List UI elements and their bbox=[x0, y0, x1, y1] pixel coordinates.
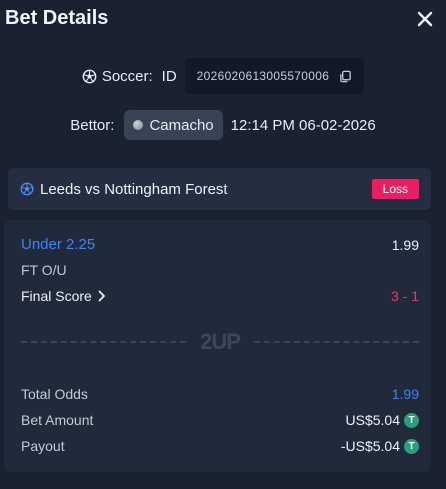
final-score-link[interactable]: Final Score bbox=[21, 288, 106, 304]
chevron-right-icon bbox=[98, 290, 105, 302]
match-header: Leeds vs Nottingham Forest Loss bbox=[8, 168, 431, 210]
payout-value-group: -US$5.04 T bbox=[341, 438, 419, 454]
market-name: FT O/U bbox=[21, 262, 67, 278]
final-score-row: Final Score 3 - 1 bbox=[21, 288, 419, 304]
dashed-line-left bbox=[21, 341, 187, 343]
payout-row: Payout -US$5.04 T bbox=[21, 438, 419, 454]
bet-amount-label: Bet Amount bbox=[21, 412, 94, 428]
final-score-value: 3 - 1 bbox=[390, 288, 419, 304]
bet-amount-row: Bet Amount US$5.04 T bbox=[21, 412, 419, 428]
dashed-line-right bbox=[253, 341, 420, 343]
modal-header: Bet Details bbox=[0, 0, 446, 38]
selection-odds: 1.99 bbox=[391, 236, 419, 253]
tether-icon: T bbox=[404, 412, 419, 428]
bet-id-row: Soccer: ID 2026020613005570006 bbox=[0, 58, 446, 94]
bet-id-box: 2026020613005570006 bbox=[184, 58, 365, 94]
total-odds-label: Total Odds bbox=[21, 386, 88, 402]
payout-value: -US$5.04 bbox=[340, 438, 400, 454]
sport-label: Soccer: bbox=[101, 67, 153, 85]
brand-divider: 2UP bbox=[21, 329, 420, 354]
bet-id-value: 2026020613005570006 bbox=[196, 69, 330, 83]
total-odds-row: Total Odds 1.99 bbox=[21, 386, 419, 402]
copy-icon[interactable] bbox=[339, 70, 352, 83]
soccer-ball-icon bbox=[20, 182, 34, 196]
bet-amount-value: US$5.04 bbox=[345, 412, 400, 428]
bet-datetime: 12:14 PM 06-02-2026 bbox=[230, 116, 376, 134]
page-title: Bet Details bbox=[5, 7, 109, 29]
final-score-label: Final Score bbox=[21, 288, 92, 304]
market-row: FT O/U bbox=[21, 262, 419, 278]
bettor-label: Bettor: bbox=[70, 116, 115, 134]
sport-info: Soccer: ID bbox=[82, 68, 177, 85]
selection-row: Under 2.25 1.99 bbox=[21, 236, 419, 253]
match-name: Leeds vs Nottingham Forest bbox=[40, 180, 228, 198]
bettor-username: Camacho bbox=[149, 116, 214, 134]
bettor-row: Bettor: Camacho 12:14 PM 06-02-2026 bbox=[0, 110, 446, 140]
bet-amount-value-group: US$5.04 T bbox=[346, 412, 419, 428]
id-label: ID bbox=[161, 67, 177, 85]
status-badge: Loss bbox=[371, 179, 419, 199]
soccer-ball-icon bbox=[82, 69, 97, 83]
bettor-chip[interactable]: Camacho bbox=[124, 110, 223, 140]
tether-icon: T bbox=[404, 438, 419, 454]
close-icon[interactable] bbox=[416, 10, 434, 28]
brand-logo: 2UP bbox=[200, 329, 241, 354]
total-odds-value: 1.99 bbox=[391, 386, 419, 402]
avatar bbox=[133, 120, 144, 130]
payout-label: Payout bbox=[21, 438, 65, 454]
selection-pick: Under 2.25 bbox=[21, 236, 96, 253]
